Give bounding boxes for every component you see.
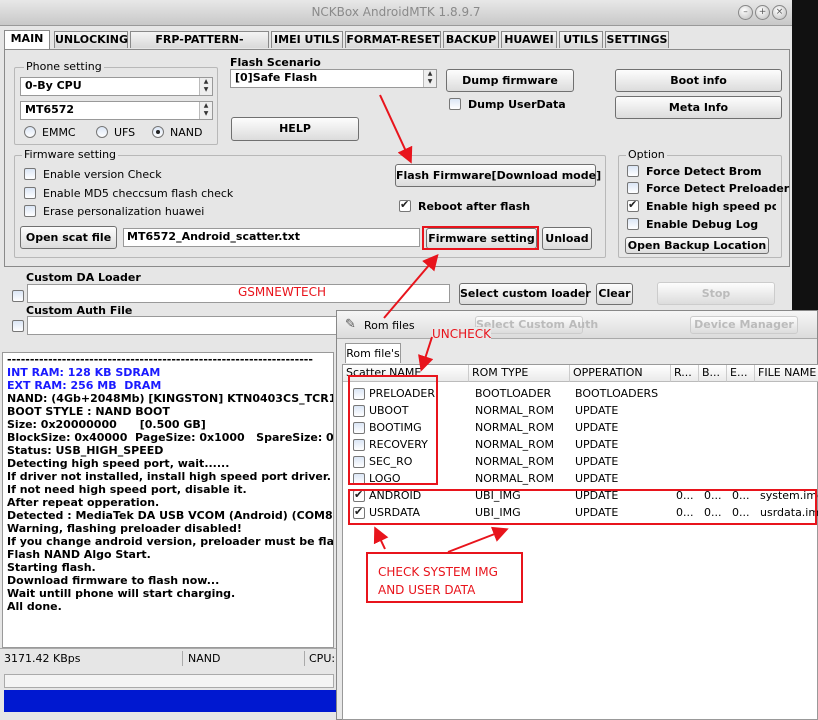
arrow-to-uncheck <box>418 336 434 372</box>
annotation-arrows <box>373 94 509 553</box>
arrow-to-firmware-setting <box>383 253 439 319</box>
arrow-to-check-left <box>373 526 389 550</box>
arrow-to-check-right <box>447 526 509 553</box>
arrow-to-flash <box>379 94 413 164</box>
